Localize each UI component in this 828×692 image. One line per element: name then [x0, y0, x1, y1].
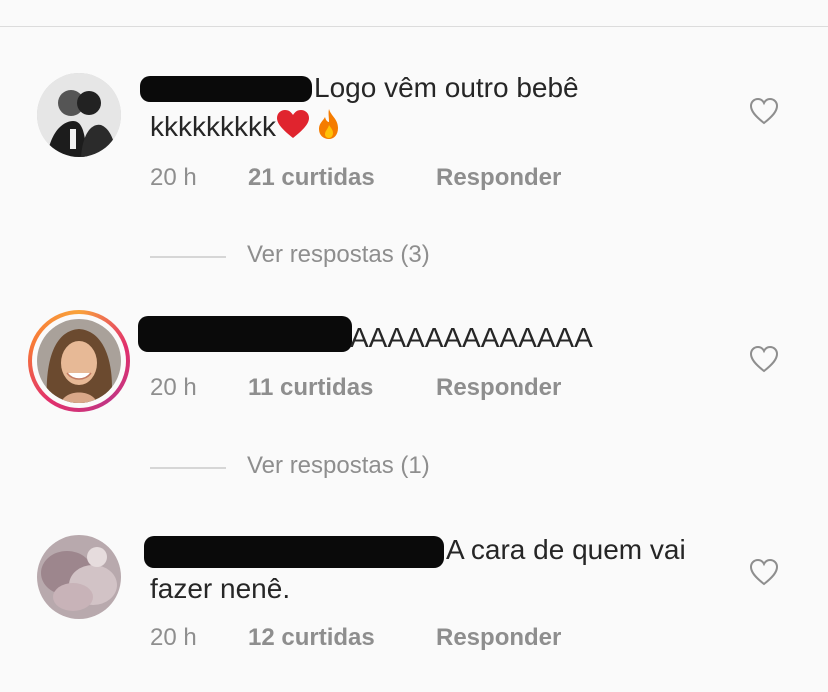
likes-count[interactable]: 21 curtidas [248, 164, 375, 192]
reply-button[interactable]: Responder [436, 164, 561, 192]
avatar[interactable] [37, 73, 121, 157]
replies-divider [150, 467, 226, 469]
comment-text-line2: kkkkkkkkk [150, 108, 342, 149]
view-replies[interactable]: Ver respostas (1) [150, 452, 550, 482]
avatar [37, 319, 121, 403]
comment-time: 20 h [150, 374, 197, 401]
comment-time: 20 h [150, 624, 197, 651]
replies-divider [150, 256, 226, 258]
comment-text-line2: fazer nenê. [150, 573, 291, 604]
redacted-username [138, 316, 352, 352]
reply-button[interactable]: Responder [436, 374, 561, 402]
view-replies-label[interactable]: Ver respostas (1) [247, 452, 430, 480]
story-ring[interactable] [28, 310, 130, 412]
view-replies[interactable]: Ver respostas (3) [150, 241, 550, 271]
redacted-username [140, 76, 312, 102]
likes-count[interactable]: 12 curtidas [248, 624, 375, 652]
comment-time: 20 h [150, 164, 197, 191]
reply-button[interactable]: Responder [436, 624, 561, 652]
red-heart-icon [276, 109, 310, 148]
top-bar [0, 0, 828, 27]
heart-outline-icon[interactable] [749, 345, 779, 373]
view-replies-label[interactable]: Ver respostas (3) [247, 241, 430, 269]
heart-outline-icon[interactable] [749, 97, 779, 125]
avatar-photo [37, 319, 121, 403]
avatar-photo [37, 535, 121, 619]
heart-outline-icon[interactable] [749, 558, 779, 586]
avatar[interactable] [37, 535, 121, 619]
fire-icon [316, 108, 342, 149]
avatar-photo [37, 73, 121, 157]
likes-count[interactable]: 11 curtidas [248, 374, 373, 402]
redacted-username [144, 536, 444, 568]
